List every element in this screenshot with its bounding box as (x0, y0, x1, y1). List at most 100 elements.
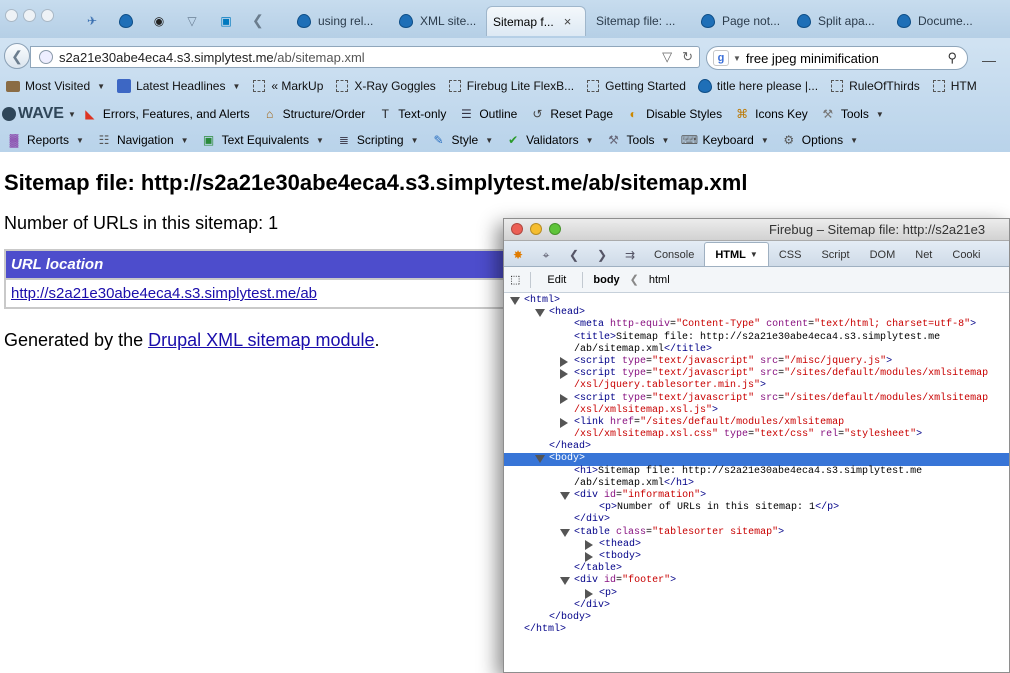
browser-tab[interactable]: Sitemap f... × (486, 6, 586, 36)
reload-icon[interactable]: ↻ (682, 49, 693, 65)
firebug-icon[interactable]: ✸ (504, 244, 532, 266)
dropdown-arrow-icon[interactable]: ▽ (662, 49, 672, 65)
webdev-menu[interactable]: ✎ Style ▼ (425, 132, 500, 148)
prev-icon[interactable]: ❮ (560, 244, 588, 266)
back-button[interactable]: ❮ (4, 43, 30, 69)
browser-tab[interactable] (112, 6, 140, 36)
url-bar[interactable]: s2a21e30abe4eca4.s3.simplytest.me/ab/sit… (30, 46, 700, 68)
browser-tab[interactable]: Page not... (694, 6, 786, 36)
tree-node[interactable]: <body> (504, 453, 1009, 466)
bookmark-item[interactable]: Getting Started (580, 79, 692, 93)
command-line-icon[interactable]: ⇉ (616, 244, 644, 266)
browser-tab[interactable]: Docume... (890, 6, 996, 36)
wave-logo[interactable]: WAVE ▼ (2, 105, 76, 123)
webdev-menu[interactable]: ⚙ Options ▼ (775, 132, 864, 148)
collapse-twisty-icon[interactable] (535, 309, 545, 318)
breadcrumb-html[interactable]: html (649, 274, 670, 286)
tree-node[interactable]: <script type="text/javascript" src="/sit… (504, 393, 1009, 405)
wave-tool[interactable]: T Text-only (371, 106, 452, 122)
tree-node[interactable]: <h1>Sitemap file: http://s2a21e30abe4eca… (504, 466, 1009, 478)
collapse-twisty-icon[interactable] (560, 492, 570, 500)
browser-tab[interactable]: Sitemap file: ... (590, 6, 690, 36)
bookmark-item[interactable]: X-Ray Goggles (329, 79, 441, 93)
search-bar[interactable]: g ▼ free jpeg minimification ⚲ (706, 46, 968, 70)
drupal-module-link[interactable]: Drupal XML sitemap module (148, 330, 374, 350)
browser-tab[interactable]: ◉ (145, 6, 173, 36)
firebug-minimize-button[interactable] (530, 223, 542, 235)
wave-tool[interactable]: ↺ Reset Page (523, 106, 619, 122)
scroll-tabs-left-icon[interactable]: ❮ (252, 12, 264, 29)
expand-twisty-icon[interactable] (585, 588, 593, 599)
collapse-twisty-icon[interactable] (510, 297, 520, 305)
collapse-twisty-icon[interactable] (535, 455, 545, 464)
webdev-menu[interactable]: ☷ Navigation ▼ (90, 132, 195, 148)
expand-twisty-icon[interactable] (560, 417, 568, 428)
tree-node[interactable]: <link href="/sites/default/modules/xmlsi… (504, 417, 1009, 429)
browser-tab[interactable]: using rel... (290, 6, 386, 36)
breadcrumb-body[interactable]: body (593, 274, 619, 286)
firebug-tab[interactable]: HTML ▼ (704, 242, 769, 266)
tree-node[interactable]: <html> (504, 295, 1009, 307)
tree-node[interactable]: </head> (504, 441, 1009, 453)
firebug-tab[interactable]: Cooki (942, 244, 990, 266)
webdev-menu[interactable]: ⚒ Tools ▼ (600, 132, 676, 148)
tree-node[interactable]: </html> (504, 624, 1009, 636)
tree-node[interactable]: </body> (504, 612, 1009, 624)
firebug-tab[interactable]: CSS (769, 244, 812, 266)
collapse-twisty-icon[interactable] (560, 528, 570, 537)
browser-tab[interactable]: Split apa... (790, 6, 886, 36)
tree-node[interactable]: /ab/sitemap.xml</h1> (504, 478, 1009, 490)
webdev-menu[interactable]: ▓ Reports ▼ (0, 132, 90, 148)
browser-tab[interactable]: ▣ (212, 6, 240, 36)
tree-node[interactable]: <script type="text/javascript" src="/sit… (504, 368, 1009, 380)
close-tab-icon[interactable]: × (564, 14, 572, 29)
browser-tab[interactable]: ▽ (178, 6, 206, 36)
webdev-menu[interactable]: ▣ Text Equivalents ▼ (195, 132, 330, 148)
bookmark-item[interactable]: title here please |... (692, 79, 824, 93)
inspect-icon[interactable]: ⌖ (532, 244, 560, 266)
menu-icon[interactable]: — (982, 52, 996, 68)
expand-twisty-icon[interactable] (585, 551, 593, 562)
expand-twisty-icon[interactable] (560, 356, 568, 367)
wave-tool[interactable]: ⌂ Structure/Order (256, 106, 372, 122)
expand-twisty-icon[interactable] (560, 369, 568, 380)
bookmark-item[interactable]: HTM (926, 79, 983, 93)
wave-tool[interactable]: ⚒ Tools ▼ (814, 106, 890, 122)
browser-tab[interactable]: XML site... (392, 6, 484, 36)
sitemap-url-link[interactable]: http://s2a21e30abe4eca4.s3.simplytest.me… (11, 285, 317, 302)
tree-node[interactable]: </div> (504, 600, 1009, 612)
next-icon[interactable]: ❯ (588, 244, 616, 266)
edit-icon[interactable]: ⬚ (510, 273, 520, 286)
tree-node[interactable]: /xsl/jquery.tablesorter.min.js"> (504, 380, 1009, 392)
wave-tool[interactable]: ☰ Outline (452, 106, 523, 122)
google-icon[interactable]: g (713, 50, 729, 66)
minimize-window-button[interactable] (23, 9, 36, 22)
tree-node[interactable]: /xsl/xmlsitemap.xsl.css" type="text/css"… (504, 429, 1009, 441)
webdev-menu[interactable]: ⌨ Keyboard ▼ (675, 132, 774, 148)
collapse-twisty-icon[interactable] (560, 577, 570, 586)
search-engine-dropdown-icon[interactable]: ▼ (733, 54, 741, 63)
tree-node[interactable]: <table class="tablesorter sitemap"> (504, 527, 1009, 539)
tree-node[interactable]: <tbody> (504, 551, 1009, 563)
tree-node[interactable]: <p>Number of URLs in this sitemap: 1</p> (504, 502, 1009, 514)
bookmark-item[interactable]: Most Visited ▼ (0, 79, 111, 93)
close-window-button[interactable] (5, 9, 18, 22)
firebug-tab[interactable]: Console (644, 244, 704, 266)
firebug-close-button[interactable] (511, 223, 523, 235)
tree-node[interactable]: <head> (504, 307, 1009, 319)
firebug-tab[interactable]: DOM (860, 244, 906, 266)
tree-node[interactable]: <meta http-equiv="Content-Type" content=… (504, 319, 1009, 331)
tree-node[interactable]: <title>Sitemap file: http://s2a21e30abe4… (504, 332, 1009, 344)
bookmark-item[interactable]: Latest Headlines ▼ (111, 79, 246, 93)
expand-twisty-icon[interactable] (585, 539, 593, 550)
tree-node[interactable]: <thead> (504, 539, 1009, 551)
bookmark-item[interactable]: « MarkUp (246, 79, 329, 93)
column-header-url-location[interactable]: URL location (4, 249, 524, 280)
browser-tab[interactable]: ✈ (78, 6, 106, 36)
edit-button[interactable]: Edit (541, 274, 572, 286)
tree-node[interactable]: <p> (504, 588, 1009, 600)
tree-node[interactable]: <div id="footer"> (504, 575, 1009, 587)
webdev-menu[interactable]: ✔ Validators ▼ (499, 132, 599, 148)
expand-twisty-icon[interactable] (560, 393, 568, 404)
bookmark-item[interactable]: RuleOfThirds (824, 79, 926, 93)
